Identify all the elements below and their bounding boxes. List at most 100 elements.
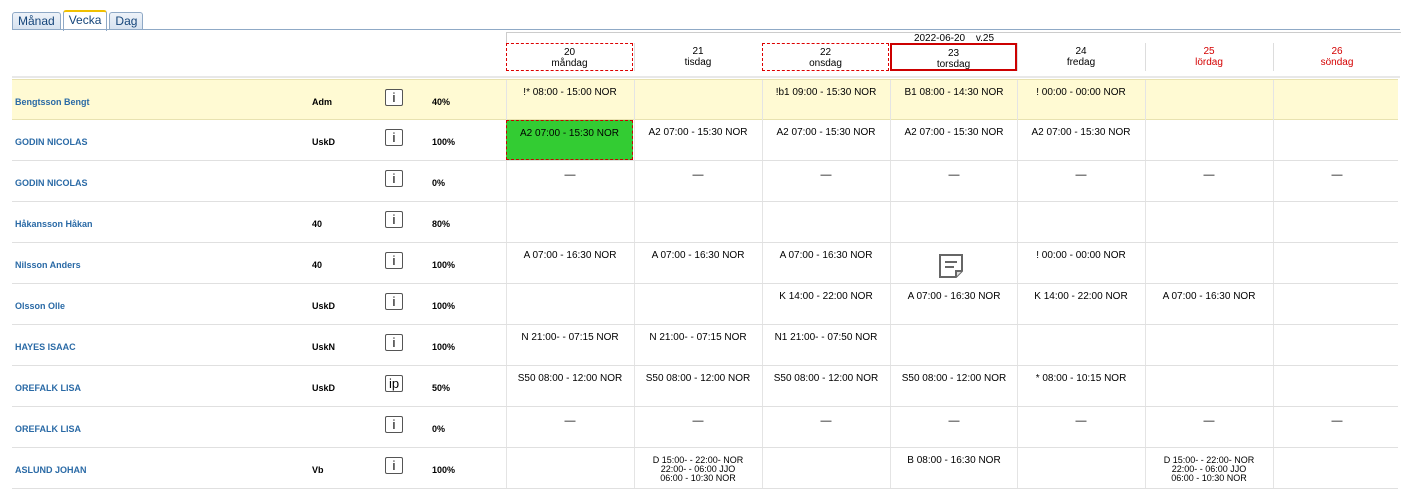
info-button[interactable]: i	[385, 293, 403, 310]
shift-cell-måndag[interactable]: N 21:00- - 07:15 NOR	[506, 325, 633, 365]
shift-cell-måndag[interactable]	[506, 202, 633, 242]
shift-cell-söndag[interactable]	[1273, 448, 1400, 488]
shift-cell-söndag[interactable]	[1273, 202, 1400, 242]
shift-cell-lördag[interactable]	[1145, 80, 1272, 120]
shift-cell-måndag[interactable]: A 07:00 - 16:30 NOR	[506, 243, 633, 283]
shift-cell-fredag[interactable]	[1017, 202, 1144, 242]
shift-cell-torsdag[interactable]	[890, 243, 1017, 283]
shift-cell-onsdag[interactable]: S50 08:00 - 12:00 NOR	[762, 366, 889, 406]
shift-cell-onsdag[interactable]: —	[762, 407, 889, 447]
shift-cell-söndag[interactable]	[1273, 284, 1400, 324]
employee-name[interactable]: ASLUND JOHAN	[15, 465, 87, 475]
shift-cell-lördag[interactable]: A 07:00 - 16:30 NOR	[1145, 284, 1272, 324]
shift-cell-söndag[interactable]	[1273, 243, 1400, 283]
shift-cell-lördag[interactable]	[1145, 202, 1272, 242]
shift-cell-torsdag[interactable]: B1 08:00 - 14:30 NOR	[890, 80, 1017, 120]
shift-cell-torsdag[interactable]: —	[890, 407, 1017, 447]
info-button[interactable]: i	[385, 170, 403, 187]
shift-cell-måndag[interactable]	[506, 284, 633, 324]
employee-name[interactable]: OREFALK LISA	[15, 383, 81, 393]
shift-cell-torsdag[interactable]: A 07:00 - 16:30 NOR	[890, 284, 1017, 324]
shift-cell-torsdag[interactable]: —	[890, 161, 1017, 201]
shift-cell-tisdag[interactable]: D 15:00- - 22:00- NOR 22:00- - 06:00 JJO 0…	[634, 448, 761, 488]
info-button[interactable]: i	[385, 129, 403, 146]
employee-name[interactable]: OREFALK LISA	[15, 424, 81, 434]
shift-cell-onsdag[interactable]: K 14:00 - 22:00 NOR	[762, 284, 889, 324]
shift-cell-måndag[interactable]: S50 08:00 - 12:00 NOR	[506, 366, 633, 406]
info-button[interactable]: i	[385, 416, 403, 433]
shift-cell-tisdag[interactable]	[634, 284, 761, 324]
shift-cell-fredag[interactable]: A2 07:00 - 15:30 NOR	[1017, 120, 1144, 160]
day-header-måndag[interactable]: 20 måndag	[506, 43, 633, 71]
shift-cell-lördag[interactable]: —	[1145, 161, 1272, 201]
shift-cell-måndag[interactable]: !* 08:00 - 15:00 NOR	[506, 80, 633, 120]
shift-cell-söndag[interactable]	[1273, 120, 1400, 160]
shift-cell-onsdag[interactable]	[762, 448, 889, 488]
info-button[interactable]: i	[385, 252, 403, 269]
shift-cell-fredag[interactable]: —	[1017, 161, 1144, 201]
shift-cell-lördag[interactable]: D 15:00- - 22:00- NOR 22:00- - 06:00 JJO 0…	[1145, 448, 1272, 488]
tab-day[interactable]: Dag	[109, 12, 144, 30]
employee-name[interactable]: HAYES ISAAC	[15, 342, 76, 352]
shift-cell-tisdag[interactable]: N 21:00- - 07:15 NOR	[634, 325, 761, 365]
employee-name[interactable]: GODIN NICOLAS	[15, 137, 88, 147]
shift-cell-fredag[interactable]: K 14:00 - 22:00 NOR	[1017, 284, 1144, 324]
shift-cell-torsdag[interactable]	[890, 202, 1017, 242]
shift-cell-torsdag[interactable]: A2 07:00 - 15:30 NOR	[890, 120, 1017, 160]
shift-cell-lördag[interactable]	[1145, 120, 1272, 160]
info-button[interactable]: i	[385, 89, 403, 106]
shift-cell-söndag[interactable]	[1273, 325, 1400, 365]
note-icon[interactable]	[937, 252, 965, 280]
shift-cell-tisdag[interactable]: A 07:00 - 16:30 NOR	[634, 243, 761, 283]
shift-cell-onsdag[interactable]: !b1 09:00 - 15:30 NOR	[762, 80, 889, 120]
day-header-onsdag[interactable]: 22 onsdag	[762, 43, 889, 71]
shift-cell-fredag[interactable]	[1017, 448, 1144, 488]
shift-cell-tisdag[interactable]: —	[634, 161, 761, 201]
shift-cell-tisdag[interactable]: —	[634, 407, 761, 447]
shift-cell-lördag[interactable]	[1145, 325, 1272, 365]
shift-cell-tisdag[interactable]: S50 08:00 - 12:00 NOR	[634, 366, 761, 406]
shift-cell-onsdag[interactable]: N1 21:00- - 07:50 NOR	[762, 325, 889, 365]
shift-cell-tisdag[interactable]	[634, 202, 761, 242]
employee-name[interactable]: Håkansson Håkan	[15, 219, 93, 229]
day-header-fredag[interactable]: 24 fredag	[1017, 43, 1144, 71]
info-button[interactable]: i	[385, 334, 403, 351]
shift-cell-måndag[interactable]	[506, 448, 633, 488]
shift-cell-torsdag[interactable]: S50 08:00 - 12:00 NOR	[890, 366, 1017, 406]
shift-cell-torsdag[interactable]: B 08:00 - 16:30 NOR	[890, 448, 1017, 488]
shift-cell-lördag[interactable]	[1145, 243, 1272, 283]
shift-cell-måndag[interactable]: A2 07:00 - 15:30 NOR	[506, 120, 633, 160]
tab-week[interactable]: Vecka	[62, 10, 108, 31]
shift-cell-fredag[interactable]	[1017, 325, 1144, 365]
day-header-torsdag[interactable]: 23 torsdag	[890, 43, 1017, 71]
shift-cell-onsdag[interactable]	[762, 202, 889, 242]
shift-cell-söndag[interactable]	[1273, 366, 1400, 406]
shift-cell-fredag[interactable]: —	[1017, 407, 1144, 447]
info-button[interactable]: ip	[385, 375, 403, 392]
shift-cell-onsdag[interactable]: —	[762, 161, 889, 201]
shift-cell-fredag[interactable]: ! 00:00 - 00:00 NOR	[1017, 80, 1144, 120]
shift-cell-lördag[interactable]: —	[1145, 407, 1272, 447]
tab-month[interactable]: Månad	[12, 12, 61, 30]
shift-cell-tisdag[interactable]: A2 07:00 - 15:30 NOR	[634, 120, 761, 160]
shift-cell-onsdag[interactable]: A2 07:00 - 15:30 NOR	[762, 120, 889, 160]
shift-cell-fredag[interactable]: * 08:00 - 10:15 NOR	[1017, 366, 1144, 406]
shift-cell-söndag[interactable]	[1273, 80, 1400, 120]
day-header-tisdag[interactable]: 21 tisdag	[634, 43, 761, 71]
employee-name[interactable]: Bengtsson Bengt	[15, 97, 90, 107]
shift-cell-söndag[interactable]: —	[1273, 407, 1400, 447]
shift-cell-onsdag[interactable]: A 07:00 - 16:30 NOR	[762, 243, 889, 283]
shift-cell-måndag[interactable]: —	[506, 161, 633, 201]
shift-cell-tisdag[interactable]	[634, 80, 761, 120]
employee-name[interactable]: Olsson Olle	[15, 301, 65, 311]
shift-cell-måndag[interactable]: —	[506, 407, 633, 447]
day-header-söndag[interactable]: 26 söndag	[1273, 43, 1400, 71]
shift-cell-torsdag[interactable]	[890, 325, 1017, 365]
shift-cell-söndag[interactable]: —	[1273, 161, 1400, 201]
day-header-lördag[interactable]: 25 lördag	[1145, 43, 1272, 71]
shift-cell-fredag[interactable]: ! 00:00 - 00:00 NOR	[1017, 243, 1144, 283]
employee-name[interactable]: Nilsson Anders	[15, 260, 81, 270]
info-button[interactable]: i	[385, 211, 403, 228]
employee-name[interactable]: GODIN NICOLAS	[15, 178, 88, 188]
info-button[interactable]: i	[385, 457, 403, 474]
